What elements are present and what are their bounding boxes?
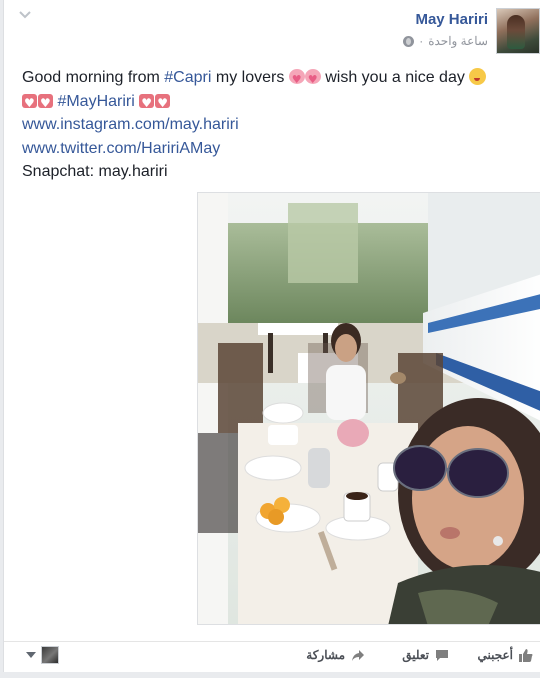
post-timestamp[interactable]: ساعة واحدة bbox=[428, 34, 488, 48]
snapchat-text: Snapchat: may.hariri bbox=[22, 163, 168, 180]
instagram-link[interactable]: www.instagram.com/may.hariri bbox=[22, 116, 239, 133]
globe-icon[interactable] bbox=[403, 35, 415, 47]
post-photo[interactable] bbox=[197, 192, 540, 625]
share-button[interactable]: مشاركة bbox=[306, 648, 365, 662]
post-line-2: #MayHariri bbox=[22, 90, 522, 115]
like-icon bbox=[519, 648, 533, 662]
hashtag-mayhariri-link[interactable]: #MayHariri bbox=[57, 93, 134, 110]
avatar-figure bbox=[507, 15, 525, 49]
post-line-1: Good morning from #Capri my lovers wish … bbox=[22, 66, 522, 92]
post-card: May Hariri · ساعة واحدة Good morning fro… bbox=[3, 0, 540, 678]
author-name[interactable]: May Hariri bbox=[415, 11, 488, 28]
like-button[interactable]: أعجبني bbox=[478, 648, 533, 662]
dropdown-triangle-icon bbox=[26, 652, 36, 658]
action-bar: أعجبني تعليق مشاركة bbox=[4, 641, 540, 671]
hearts-emoji-icon bbox=[22, 92, 53, 115]
heart-emoji-icon bbox=[304, 68, 321, 92]
meta-separator: · bbox=[419, 34, 424, 48]
react-as-selector[interactable] bbox=[26, 646, 59, 664]
comment-label: تعليق bbox=[402, 648, 429, 662]
comment-icon bbox=[436, 649, 448, 661]
share-icon bbox=[352, 649, 364, 661]
post-meta: · ساعة واحدة bbox=[403, 34, 488, 48]
heart-emoji-icon bbox=[288, 68, 305, 92]
hashtag-capri-link[interactable]: #Capri bbox=[164, 69, 211, 86]
chevron-down-icon[interactable] bbox=[18, 10, 32, 20]
profile-mini-avatar bbox=[41, 646, 59, 664]
photo-scene bbox=[198, 193, 540, 624]
mid-text: my lovers bbox=[211, 69, 289, 86]
author-avatar[interactable] bbox=[496, 8, 540, 54]
feed-background bbox=[0, 672, 540, 678]
post-text: Good morning from #Capri my lovers wish … bbox=[22, 66, 522, 184]
comment-button[interactable]: تعليق bbox=[402, 648, 449, 662]
twitter-link[interactable]: www.twitter.com/HaririAMay bbox=[22, 140, 220, 157]
greeting-text: Good morning from bbox=[22, 69, 165, 86]
hearts-emoji-icon bbox=[139, 92, 171, 115]
like-label: أعجبني bbox=[477, 648, 513, 662]
kiss-emoji-icon bbox=[469, 68, 487, 85]
wish-text: wish you a nice day bbox=[320, 69, 470, 86]
share-label: مشاركة bbox=[306, 648, 345, 662]
